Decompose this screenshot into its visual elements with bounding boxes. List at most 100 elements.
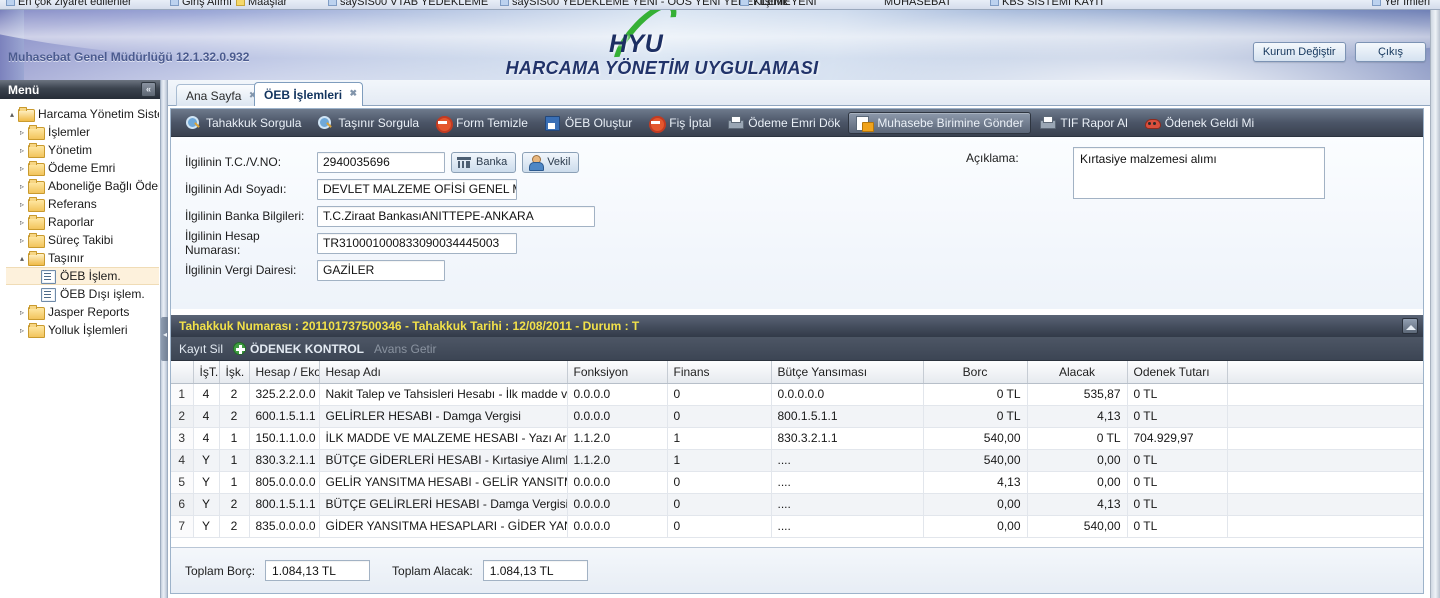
chevron-right-icon[interactable]: ▹	[16, 200, 28, 209]
table-row[interactable]: 4 Y 1 830.3.2.1.1 BÜTÇE GİDERLERİ HESABI…	[171, 449, 1423, 472]
sidebar-item-islemler[interactable]: ▹ İşlemler	[6, 123, 159, 141]
table-row[interactable]: 7 Y 2 835.0.0.0.0 GİDER YANSITMA HESAPLA…	[171, 515, 1423, 538]
chevron-right-icon[interactable]: ▹	[16, 236, 28, 245]
cell-butce-yansimasi: ....	[771, 471, 924, 494]
sidebar-item-oeb-islem[interactable]: ÖEB İşlem.	[6, 267, 159, 285]
sidebar-item-tasinir[interactable]: ▴ Taşınır	[6, 249, 159, 267]
col-odenek-tutari[interactable]: Odenek Tutarı	[1127, 361, 1228, 384]
cell-odenek-tutari: 0 TL	[1127, 493, 1228, 516]
odenek-geldi-mi-button[interactable]: Ödenek Geldi Mi	[1136, 112, 1262, 134]
cell-hesap-ekod: 805.0.0.0.0	[249, 471, 320, 494]
sidebar: Menü « ▴ Harcama Yönetim Sistemi ▹ İşlem…	[0, 80, 160, 598]
sidebar-item-jasper-reports[interactable]: ▹ Jasper Reports	[6, 303, 159, 321]
vekil-button[interactable]: Vekil	[522, 151, 580, 173]
cell-hesap-adi: BÜTÇE GELİRLERİ HESABI - Damga Vergisi	[319, 493, 568, 516]
col-hesap-adi[interactable]: Hesap Adı	[319, 361, 568, 384]
bookmark-item[interactable]: saySIS00 VTAB YEDEKLEME	[328, 0, 488, 8]
odeme-emri-dok-button[interactable]: Ödeme Emri Dök	[719, 112, 848, 134]
cell-filler	[1227, 471, 1423, 494]
sidebar-item-yonetim[interactable]: ▹ Yönetim	[6, 141, 159, 159]
bookmark-item[interactable]: MUHASEBAT	[872, 0, 952, 8]
chevron-right-icon[interactable]: ▹	[16, 182, 28, 191]
browser-bookmarks-bar[interactable]: En çok ziyaret edilenler Giriş Alımı Maa…	[0, 0, 1440, 10]
sidebar-item-odeme-emri[interactable]: ▹ Ödeme Emri	[6, 159, 159, 177]
folder-icon	[28, 160, 45, 176]
hesap-numarasi-field[interactable]: TR310001000833090034445003	[317, 232, 517, 254]
sidebar-splitter[interactable]	[160, 80, 169, 598]
bookmark-item[interactable]: KBS SİSTEMİ KAYIT	[990, 0, 1105, 8]
sidebar-item-raporlar[interactable]: ▹ Raporlar	[6, 213, 159, 231]
oeb-olustur-button[interactable]: ÖEB Oluştur	[536, 112, 640, 134]
toplam-borc-value: 1.084,13 TL	[265, 560, 371, 581]
banka-bilgileri-field[interactable]: T.C.Ziraat BankasıANITTEPE-ANKARA	[317, 205, 595, 227]
col-finans[interactable]: Finans	[667, 361, 772, 384]
chevron-right-icon[interactable]: ▹	[16, 326, 28, 335]
bookmark-label: Giriş Alımı	[182, 0, 233, 8]
col-butce-yansimasi[interactable]: Bütçe Yansıması	[771, 361, 924, 384]
toolbar-label: Form Temizle	[456, 115, 528, 130]
bookmark-item[interactable]: Yılşırlık YENI	[740, 0, 817, 8]
chevron-right-icon[interactable]: ▹	[16, 128, 28, 137]
cell-finans: 0	[667, 383, 772, 406]
adi-soyadi-field[interactable]: DEVLET MALZEME OFİSİ GENEL Mİ	[317, 178, 517, 200]
col-rownum[interactable]	[171, 361, 194, 384]
tahakkuk-sorgula-button[interactable]: Tahakkuk Sorgula	[177, 112, 309, 134]
table-row[interactable]: 5 Y 1 805.0.0.0.0 GELİR YANSITMA HESABI …	[171, 471, 1423, 494]
action-toolbar: Tahakkuk Sorgula Taşınır Sorgula Form Te…	[171, 109, 1423, 137]
col-fonksiyon[interactable]: Fonksiyon	[567, 361, 668, 384]
cell-hesap-ekod: 325.2.2.0.0	[249, 383, 320, 406]
table-row[interactable]: 3 4 1 150.1.1.0.0 İLK MADDE VE MALZEME H…	[171, 427, 1423, 450]
sidebar-item-abonelige-bagli-odeme[interactable]: ▹ Aboneliğe Bağlı Ödeme	[6, 177, 159, 195]
chevron-right-icon[interactable]: ▹	[16, 164, 28, 173]
sidebar-item-harcama-yonetim-sistemi[interactable]: ▴ Harcama Yönetim Sistemi	[6, 105, 159, 123]
cell-rownum: 1	[171, 383, 194, 406]
chevron-right-icon[interactable]: ▹	[16, 308, 28, 317]
cell-odenek-tutari: 0 TL	[1127, 405, 1228, 428]
chevron-right-icon[interactable]: ▹	[16, 146, 28, 155]
collapse-up-icon[interactable]	[1402, 318, 1418, 334]
col-ist[interactable]: İşT.	[193, 361, 220, 384]
bookmark-item[interactable]: En çok ziyaret edilenler	[6, 0, 132, 8]
fis-iptal-button[interactable]: Fiş İptal	[640, 112, 719, 134]
cell-odenek-tutari: 0 TL	[1127, 471, 1228, 494]
banka-button[interactable]: Banka	[451, 151, 517, 173]
sidebar-item-surec-takibi[interactable]: ▹ Süreç Takibi	[6, 231, 159, 249]
odenek-kontrol-button[interactable]: ÖDENEK KONTROL	[233, 341, 364, 356]
bookmark-item[interactable]: Giriş Alımı	[170, 0, 232, 8]
sidebar-item-yolluk-islemleri[interactable]: ▹ Yolluk İşlemleri	[6, 321, 159, 339]
table-row[interactable]: 1 4 2 325.2.2.0.0 Nakit Talep ve Tahsisl…	[171, 383, 1423, 406]
tif-rapor-al-button[interactable]: TIF Rapor Al	[1031, 112, 1135, 134]
cell-odenek-tutari: 704.929,97	[1127, 427, 1228, 450]
col-borc[interactable]: Borc	[923, 361, 1028, 384]
kayit-sil-button[interactable]: Kayıt Sil	[179, 342, 223, 356]
sidebar-item-referans[interactable]: ▹ Referans	[6, 195, 159, 213]
kurum-degistir-button[interactable]: Kurum Değiştir	[1252, 42, 1346, 62]
col-hesap-ekod[interactable]: Hesap / Ekod	[249, 361, 320, 384]
tasinir-sorgula-button[interactable]: Taşınır Sorgula	[309, 112, 427, 134]
table-row[interactable]: 6 Y 2 800.1.5.1.1 BÜTÇE GELİRLERİ HESABI…	[171, 493, 1423, 516]
cell-rownum: 3	[171, 427, 194, 450]
aciklama-field[interactable]: Kırtasiye malzemesi alımı	[1073, 147, 1325, 199]
cikis-button[interactable]: Çıkış	[1354, 42, 1426, 62]
sidebar-item-oeb-disi-islem[interactable]: ÖEB Dışı işlem.	[6, 285, 159, 303]
tc-vno-field[interactable]: 2940035696	[317, 151, 445, 173]
double-chevron-left-icon[interactable]: «	[141, 82, 156, 97]
form-temizle-button[interactable]: Form Temizle	[427, 112, 536, 134]
bookmark-item[interactable]: Maaşlar	[236, 0, 287, 8]
tab-ana-sayfa[interactable]: Ana Sayfa ✖	[176, 84, 263, 106]
cell-hesap-adi: GİDER YANSITMA HESAPLARI - GİDER YANSITM…	[319, 515, 568, 538]
chevron-right-icon[interactable]: ▹	[16, 218, 28, 227]
muhasebe-birimine-gonder-button[interactable]: Muhasebe Birimine Gönder	[848, 111, 1032, 134]
hesap-grid[interactable]: İşT. İşk. Hesap / Ekod Hesap Adı Fonksiy…	[171, 361, 1423, 541]
col-isk[interactable]: İşk.	[219, 361, 250, 384]
bookmark-item[interactable]: Yer İmleri	[1372, 0, 1430, 8]
vergi-dairesi-field[interactable]: GAZİLER	[317, 259, 445, 281]
print-icon	[1039, 115, 1057, 131]
tab-oeb-islemleri[interactable]: ÖEB İşlemleri ✖	[254, 82, 364, 106]
chevron-down-icon[interactable]: ▴	[6, 110, 18, 119]
cell-filler	[1227, 493, 1423, 516]
col-alacak[interactable]: Alacak	[1027, 361, 1128, 384]
table-row[interactable]: 2 4 2 600.1.5.1.1 GELİRLER HESABI - Damg…	[171, 405, 1423, 428]
close-icon[interactable]: ✖	[350, 88, 358, 99]
chevron-down-icon[interactable]: ▴	[16, 254, 28, 263]
